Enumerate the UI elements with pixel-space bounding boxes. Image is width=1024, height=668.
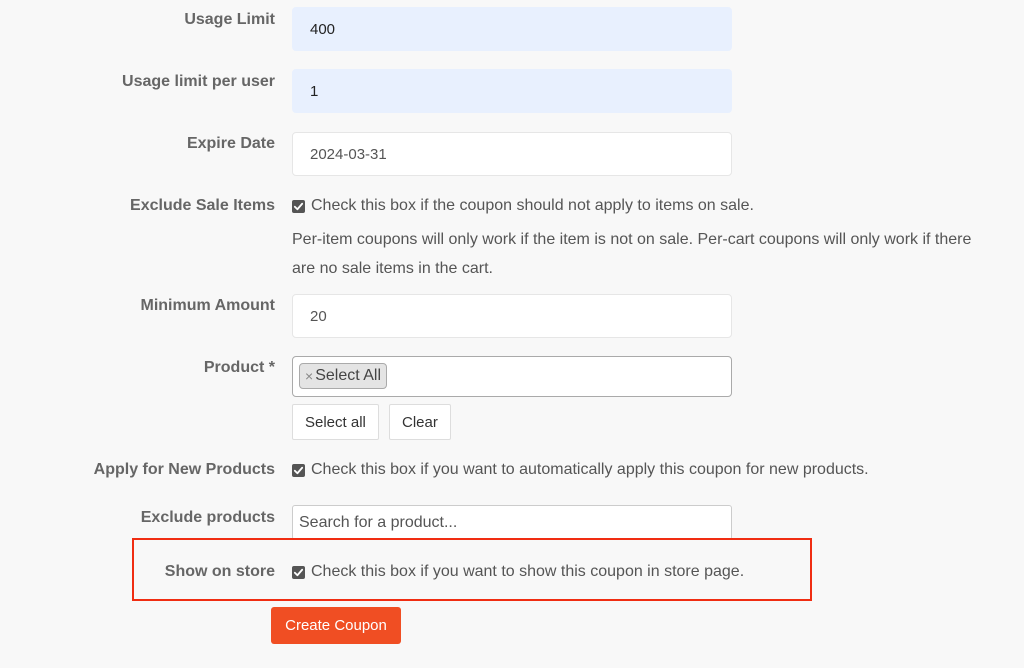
- exclude-sale-items-text: Check this box if the coupon should not …: [311, 197, 754, 214]
- product-tag-select-all: × Select All: [299, 363, 387, 389]
- apply-new-products-row: Check this box if you want to automatica…: [292, 461, 869, 479]
- apply-new-products-checkbox[interactable]: [292, 463, 305, 477]
- usage-limit-per-user-input[interactable]: [292, 69, 732, 113]
- exclude-sale-items-help: Per-item coupons will only work if the i…: [292, 231, 972, 277]
- expire-date-label: Expire Date: [186, 135, 275, 152]
- show-on-store-row: Check this box if you want to show this …: [292, 563, 744, 581]
- minimum-amount-input[interactable]: [292, 294, 732, 338]
- apply-new-products-label: Apply for New Products: [93, 461, 275, 478]
- usage-limit-per-user-label: Usage limit per user: [122, 73, 275, 90]
- expire-date-input[interactable]: [292, 132, 732, 176]
- exclude-sale-items-row: Check this box if the coupon should not …: [292, 197, 754, 215]
- exclude-products-label: Exclude products: [140, 509, 275, 526]
- usage-limit-input[interactable]: [292, 7, 732, 51]
- show-on-store-text: Check this box if you want to show this …: [311, 563, 745, 580]
- exclude-products-search-input[interactable]: [292, 505, 732, 540]
- show-on-store-label: Show on store: [164, 563, 275, 580]
- exclude-sale-items-label: Exclude Sale Items: [130, 197, 275, 214]
- product-select[interactable]: × Select All: [292, 356, 732, 397]
- select-all-button[interactable]: Select all: [292, 404, 379, 440]
- product-tag-label: Select All: [315, 367, 381, 384]
- minimum-amount-label: Minimum Amount: [140, 297, 276, 314]
- usage-limit-label: Usage Limit: [184, 11, 275, 28]
- show-on-store-checkbox[interactable]: [292, 565, 305, 579]
- checkmark-icon: [293, 202, 304, 210]
- checkmark-icon: [293, 568, 304, 576]
- clear-button[interactable]: Clear: [389, 404, 451, 440]
- exclude-sale-items-checkbox[interactable]: [292, 199, 305, 213]
- remove-tag-icon[interactable]: ×: [305, 368, 313, 384]
- apply-new-products-text: Check this box if you want to automatica…: [311, 461, 869, 478]
- create-coupon-button[interactable]: Create Coupon: [271, 607, 401, 644]
- checkmark-icon: [293, 466, 304, 474]
- product-label: Product *: [203, 359, 275, 376]
